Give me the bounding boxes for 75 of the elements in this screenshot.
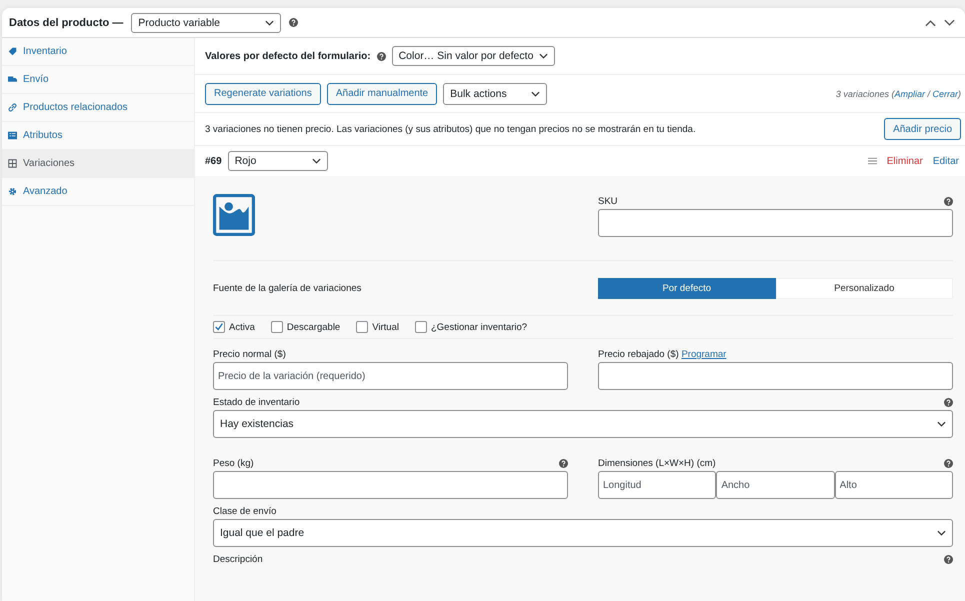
link-icon [8,103,17,112]
add-price-button[interactable]: Añadir precio [884,118,961,140]
toolbar-button[interactable]: Regenerate variations [205,82,321,104]
field-label: Clase de envío [213,506,276,517]
field-label: Estado de inventario [213,397,300,408]
help-icon [944,197,953,206]
checkbox[interactable] [414,321,427,333]
drag-handle-icon[interactable] [868,157,877,165]
sidebar-tab[interactable]: Envío [2,66,194,94]
schedule-link[interactable]: Programar [681,349,726,360]
dimension-field[interactable]: Ancho [716,471,835,499]
edit-link[interactable]: Editar [932,156,959,166]
checkbox[interactable] [270,321,283,333]
field-label: Descripción [213,554,263,565]
regular-price-field[interactable]: Precio de la variación (requerido) [213,362,568,390]
help-icon [559,459,568,468]
chevron-down-icon [312,158,321,164]
sidebar-tab[interactable]: Productos relacionados [2,94,194,122]
field-label: Dimensiones (L×W×H) (cm) [598,458,716,469]
collapse-link[interactable]: Cerrar [932,88,958,98]
gallery-source-label: Fuente de la galería de variaciones [213,282,362,294]
sidebar-tab[interactable]: Avanzado [2,178,194,206]
gear-icon [8,187,17,196]
defaults-label: Valores por defecto del formulario: [205,50,371,62]
gallery-source-toggle[interactable]: Personalizado [776,278,953,298]
sku-field[interactable] [598,209,953,237]
grid-icon [8,159,17,168]
image-placeholder-icon[interactable] [213,194,255,236]
chevron-down-icon [937,421,946,427]
help-icon [944,398,953,407]
move-down-icon[interactable] [944,18,955,26]
help-icon [376,52,386,60]
gallery-source-toggle[interactable]: Por defecto [598,278,776,298]
sale-price-field[interactable] [598,362,953,390]
default-color-select[interactable]: Color… Sin valor por defecto [392,46,556,66]
variation-select[interactable]: Rojo [228,151,328,171]
weight-field[interactable] [213,471,568,499]
delete-link[interactable]: Eliminar [886,156,923,166]
chevron-down-icon [539,53,548,59]
bulk-actions-select[interactable]: Bulk actions [443,82,548,104]
chevron-down-icon [265,20,274,26]
sidebar-tab[interactable]: Inventario [2,38,194,66]
dimension-field[interactable]: Alto [834,471,953,499]
field-label: Precio normal ($) [213,349,286,360]
shipping-class-select[interactable]: Igual que el padre [213,519,953,547]
chevron-down-icon [937,530,946,536]
notice-text: 3 variaciones no tienen precio. Las variaciones (y sus atributos) que no tengan precios no se mostrarán en tu tienda. [205,124,696,134]
field-label: Precio rebajado ($) [598,349,679,360]
checkbox-label: Virtual [372,322,399,332]
checkbox-label: Descargable [286,322,340,332]
field-label: Peso (kg) [213,458,254,469]
checkbox-label: ¿Gestionar inventario? [430,322,528,332]
panel-title: Datos del producto — [9,16,124,28]
checkbox[interactable] [213,321,225,333]
help-icon [944,459,953,468]
checkbox-label: Activa [229,322,255,332]
move-up-icon[interactable] [925,18,936,26]
variation-count: 3 variaciones ( [836,88,894,98]
sidebar-tab[interactable]: Variaciones [2,150,194,178]
separator-text: / [926,88,932,98]
variation-id: #69 [205,156,222,166]
help-icon [944,555,953,564]
checkbox[interactable] [356,321,368,333]
chevron-down-icon [531,90,540,96]
help-icon [289,18,298,27]
dimension-field[interactable]: Longitud [598,471,716,499]
sku-label: SKU [598,196,618,207]
product-type-select[interactable]: Producto variable [131,12,282,32]
toolbar-button[interactable]: Añadir manualmente [326,82,438,104]
list-icon [8,131,17,140]
stock-status-select[interactable]: Hay existencias [213,410,953,438]
expand-link[interactable]: Ampliar [894,88,925,98]
paren-text: ) [958,88,961,98]
tag-icon [8,47,17,56]
truck-icon [8,75,17,84]
